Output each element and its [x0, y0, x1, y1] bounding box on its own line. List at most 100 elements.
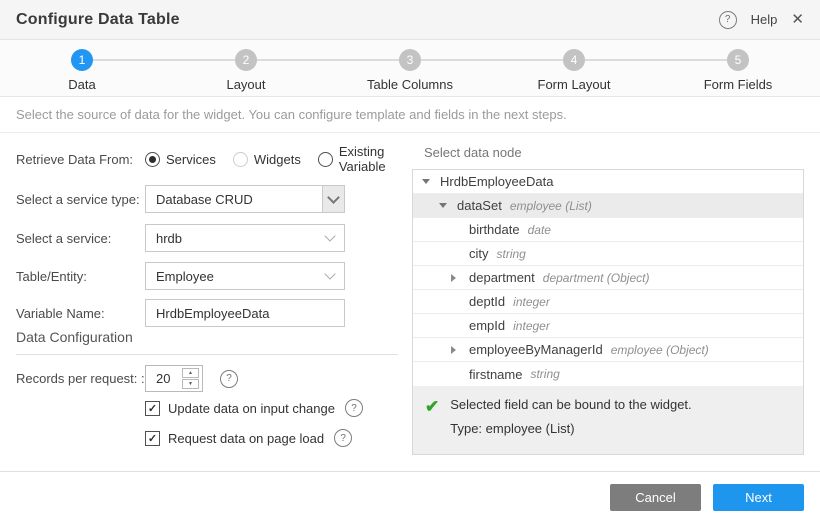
caret-down-icon[interactable] — [422, 179, 430, 184]
records-per-request-row: Records per request: : ▲ ▼ ? — [16, 365, 238, 392]
service-value: hrdb — [146, 231, 326, 246]
service-type-value: Database CRUD — [146, 192, 322, 207]
records-per-request-label: Records per request: : — [16, 371, 145, 386]
next-button[interactable]: Next — [713, 484, 804, 511]
step-circle: 2 — [235, 49, 257, 71]
variable-name-input[interactable] — [145, 299, 345, 327]
records-per-request-value[interactable] — [146, 370, 182, 387]
step-form-fields[interactable]: 5 Form Fields — [656, 40, 820, 96]
records-per-request-stepper[interactable]: ▲ ▼ — [145, 365, 203, 392]
step-data[interactable]: 1 Data — [0, 40, 164, 96]
dialog-header: Configure Data Table ? Help ✕ — [0, 0, 820, 40]
request-data-help-icon[interactable]: ? — [334, 429, 352, 447]
tree-node-deptid[interactable]: deptId integer — [413, 290, 803, 314]
retrieve-source-radio-group: Services Widgets Existing Variable — [145, 144, 400, 174]
tree-node-employeebymanagerid[interactable]: employeeByManagerId employee (Object) — [413, 338, 803, 362]
tree-node-label: department — [469, 270, 535, 285]
data-source-form: Retrieve Data From: Services Widgets Exi… — [16, 133, 400, 471]
step-label: Data — [68, 77, 95, 92]
step-layout[interactable]: 2 Layout — [164, 40, 328, 96]
tree-node-empid[interactable]: empId integer — [413, 314, 803, 338]
binding-status-line2: Type: employee (List) — [450, 421, 691, 436]
radio-services[interactable]: Services — [145, 152, 216, 167]
tree-node-firstname[interactable]: firstname string — [413, 362, 803, 386]
close-icon[interactable]: ✕ — [791, 12, 804, 27]
tree-node-type: string — [497, 247, 526, 261]
radio-selected-icon — [145, 152, 160, 167]
success-check-icon: ✔ — [425, 398, 439, 443]
binding-status-line1: Selected field can be bound to the widge… — [450, 397, 691, 412]
step-label: Table Columns — [367, 77, 453, 92]
radio-unselected-icon — [233, 152, 248, 167]
step-circle: 4 — [563, 49, 585, 71]
tree-node-label: HrdbEmployeeData — [440, 174, 553, 189]
radio-label: Widgets — [254, 152, 301, 167]
tree-node-birthdate[interactable]: birthdate date — [413, 218, 803, 242]
step-form-layout[interactable]: 4 Form Layout — [492, 40, 656, 96]
caret-right-icon[interactable] — [451, 274, 456, 282]
data-node-panel: Select data node HrdbEmployeeData dataSe… — [412, 133, 804, 471]
update-data-checkbox-label: Update data on input change — [168, 401, 335, 416]
stepper-up-icon[interactable]: ▲ — [182, 368, 199, 378]
update-data-checkbox-row: ✓ Update data on input change ? — [145, 399, 363, 417]
tree-node-city[interactable]: city string — [413, 242, 803, 266]
tree-node-type: employee (Object) — [611, 343, 709, 357]
tree-node-type: employee (List) — [510, 199, 592, 213]
stepper-down-icon[interactable]: ▼ — [182, 379, 199, 389]
main-content: Retrieve Data From: Services Widgets Exi… — [0, 133, 820, 471]
header-actions: ? Help ✕ — [719, 11, 804, 29]
request-data-checkbox-row: ✓ Request data on page load ? — [145, 429, 352, 447]
tree-node-label: employeeByManagerId — [469, 342, 603, 357]
tree-node-hrdbemployeedata[interactable]: HrdbEmployeeData — [413, 170, 803, 194]
radio-label: Services — [166, 152, 216, 167]
step-circle: 5 — [727, 49, 749, 71]
tree-node-label: dataSet — [457, 198, 502, 213]
table-entity-row: Table/Entity: Employee — [16, 262, 345, 290]
step-label: Form Layout — [538, 77, 611, 92]
request-data-checkbox[interactable]: ✓ — [145, 431, 160, 446]
radio-widgets[interactable]: Widgets — [233, 152, 301, 167]
tree-node-label: deptId — [469, 294, 505, 309]
caret-right-icon[interactable] — [451, 346, 456, 354]
tree-node-type: integer — [513, 319, 550, 333]
request-data-checkbox-label: Request data on page load — [168, 431, 324, 446]
caret-down-icon[interactable] — [439, 203, 447, 208]
service-select[interactable]: hrdb — [145, 224, 345, 252]
variable-name-row: Variable Name: — [16, 299, 345, 327]
help-icon[interactable]: ? — [719, 11, 737, 29]
cancel-button[interactable]: Cancel — [610, 484, 701, 511]
data-configuration-heading: Data Configuration — [16, 329, 133, 345]
service-type-select[interactable]: Database CRUD — [145, 185, 345, 213]
help-link[interactable]: Help — [751, 12, 778, 27]
records-help-icon[interactable]: ? — [220, 370, 238, 388]
update-data-help-icon[interactable]: ? — [345, 399, 363, 417]
table-entity-value: Employee — [146, 269, 326, 284]
table-entity-label: Table/Entity: — [16, 269, 145, 284]
configure-data-table-dialog: Configure Data Table ? Help ✕ 1 Data 2 L… — [0, 0, 820, 523]
tree-node-department[interactable]: department department (Object) — [413, 266, 803, 290]
service-type-row: Select a service type: Database CRUD — [16, 185, 345, 213]
tree-node-type: date — [528, 223, 551, 237]
chevron-down-icon — [324, 268, 335, 279]
wizard-stepper: 1 Data 2 Layout 3 Table Columns 4 Form L… — [0, 40, 820, 97]
radio-existing-variable[interactable]: Existing Variable — [318, 144, 400, 174]
tree-node-label: city — [469, 246, 489, 261]
binding-status-text: Selected field can be bound to the widge… — [450, 397, 691, 443]
tree-node-type: department (Object) — [543, 271, 650, 285]
retrieve-data-from-label: Retrieve Data From: — [16, 152, 145, 167]
tree-node-type: string — [530, 367, 559, 381]
tree-node-label: birthdate — [469, 222, 520, 237]
dialog-title: Configure Data Table — [16, 11, 180, 29]
chevron-down-icon — [324, 230, 335, 241]
step-label: Form Fields — [704, 77, 773, 92]
step-table-columns[interactable]: 3 Table Columns — [328, 40, 492, 96]
update-data-checkbox[interactable]: ✓ — [145, 401, 160, 416]
tree-node-label: firstname — [469, 367, 522, 382]
stepper-steps: 1 Data 2 Layout 3 Table Columns 4 Form L… — [0, 40, 820, 96]
step-label: Layout — [226, 77, 265, 92]
retrieve-data-from-row: Retrieve Data From: Services Widgets Exi… — [16, 144, 400, 174]
tree-node-label: empId — [469, 318, 505, 333]
select-dropdown-button[interactable] — [322, 186, 344, 212]
tree-node-dataset[interactable]: dataSet employee (List) — [413, 194, 803, 218]
table-entity-select[interactable]: Employee — [145, 262, 345, 290]
